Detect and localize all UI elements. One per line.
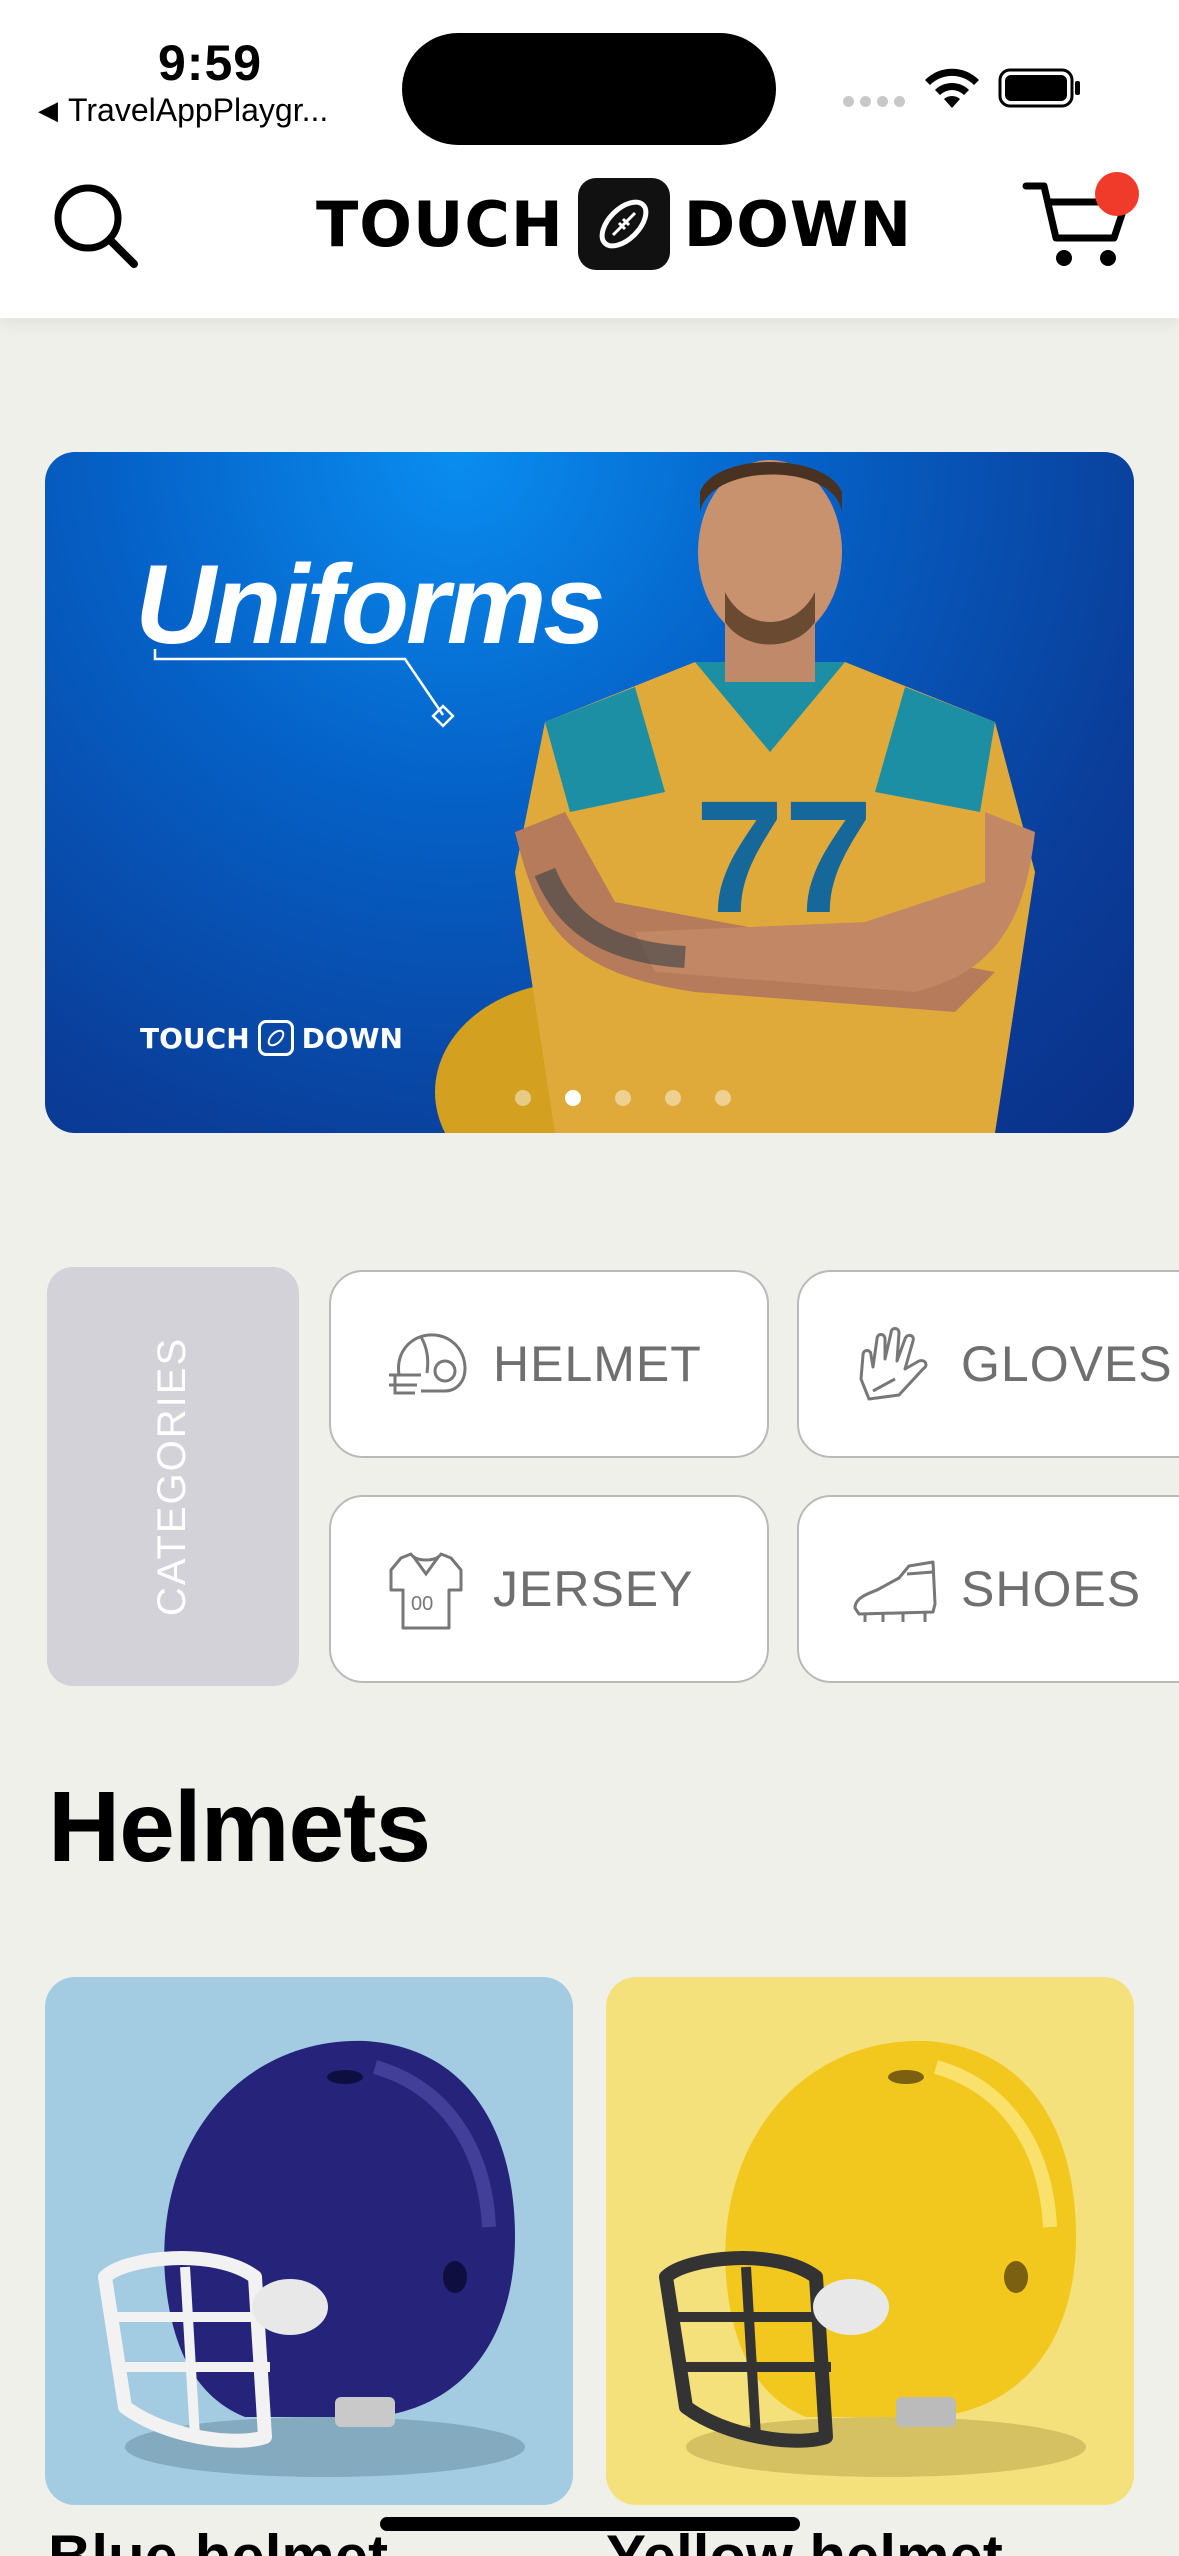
logo-word-left: TOUCH [316,187,564,261]
carousel-dot-active[interactable] [565,1090,581,1106]
player-image: 77 [435,460,1035,1133]
battery-icon [998,68,1080,108]
category-helmet-label: HELMET [493,1336,702,1392]
product-card-yellow-helmet[interactable] [606,1977,1134,2505]
carousel-dot[interactable] [715,1090,731,1106]
category-shoes-label: SHOES [961,1561,1142,1617]
back-app-label: TravelAppPlaygr... [68,92,329,128]
category-jersey-label: JERSEY [493,1561,694,1617]
carousel-dot[interactable] [515,1090,531,1106]
category-gloves-button[interactable]: GLOVES [797,1270,1179,1458]
category-jersey-button[interactable]: 00 JERSEY [329,1495,769,1683]
yellow-helmet-image [659,2040,1086,2477]
gloves-icon [859,1327,928,1401]
home-indicator[interactable] [380,2517,800,2531]
carousel-page-indicator[interactable] [515,1090,731,1106]
logo-word-right: DOWN [683,187,913,261]
back-triangle-icon: ◀ [38,95,58,125]
svg-text:77: 77 [695,767,873,946]
cart-notification-badge [1095,172,1139,216]
blue-helmet-image [98,2040,525,2477]
football-icon [577,178,670,270]
category-gloves-label: GLOVES [961,1336,1173,1392]
helmet-icon [389,1333,467,1395]
categories-label: CATEGORIES [150,1336,195,1617]
promo-banner[interactable]: Uniforms 77 TOUCH DOWN [45,452,1134,1133]
back-to-app-link[interactable]: ◀ TravelAppPlaygr... [38,92,328,129]
product-name-blue[interactable]: Blue helmet [48,2522,388,2556]
banner-logo-left: TOUCH [140,1021,250,1055]
cellular-signal-icon [843,96,905,107]
search-icon[interactable] [48,178,144,274]
shoes-icon [853,1560,937,1622]
banner-logo-right: DOWN [301,1021,403,1055]
touchdown-logo[interactable]: TOUCH DOWN [316,178,912,270]
product-card-blue-helmet[interactable] [45,1977,573,2505]
status-time: 9:59 [158,35,263,91]
dynamic-island [402,33,776,145]
section-title: Helmets [48,1771,431,1883]
carousel-dot[interactable] [615,1090,631,1106]
category-shoes-button[interactable]: SHOES [797,1495,1179,1683]
banner-football-icon [257,1020,294,1056]
wifi-icon [925,68,979,108]
jersey-icon: 00 [389,1552,463,1630]
category-helmet-button[interactable]: HELMET [329,1270,769,1458]
categories-label-panel: CATEGORIES [47,1267,299,1686]
svg-text:00: 00 [411,1593,433,1615]
banner-logo: TOUCH DOWN [140,1020,403,1056]
carousel-dot[interactable] [665,1090,681,1106]
